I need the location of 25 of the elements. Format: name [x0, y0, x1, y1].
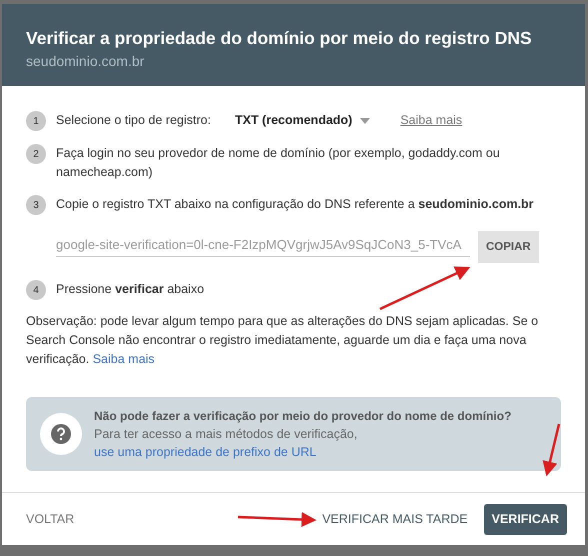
step-text: Faça login no seu provedor de nome de domínio (por exemplo, godaddy.com ou namecheap.com) — [56, 145, 501, 181]
caret-icon — [360, 118, 370, 124]
verification-code-field[interactable]: google-site-verification=0l-cne-F2IzpMQVgrjwJ5Av9SqJCoN3_5-TVcA — [56, 237, 470, 257]
pointer-arrow — [542, 424, 560, 476]
step-text: Pressione verificar abaixo — [56, 281, 204, 298]
learn-more-link[interactable]: Saiba mais — [92, 352, 155, 366]
step-number: 3 — [26, 195, 46, 215]
record-type-select[interactable]: TXT (recomendado) — [234, 110, 370, 130]
learn-more-link[interactable]: Saiba mais — [400, 110, 462, 130]
step-text: Copie o registro TXT abaixo na configuração do DNS referente a seudominio.com.br — [56, 196, 534, 213]
back-button[interactable]: VOLTAR — [22, 504, 78, 534]
step-number: 1 — [26, 111, 46, 131]
copy-button[interactable]: COPIAR — [478, 231, 539, 263]
help-title: Não pode fazer a verificação por meio do provedor do nome de domínio? — [94, 408, 512, 425]
step-number: 2 — [26, 144, 46, 164]
step-text: Selecione o tipo de registro: — [56, 112, 211, 129]
step-number: 4 — [26, 280, 46, 300]
question-icon — [40, 413, 82, 455]
note-text: Observação: pode levar algum tempo para que as alterações do DNS sejam aplicadas. Se o Search Console não encontrar o registro imediatamente, aguarde um dia e faça uma nova verificação. Saiba mais — [26, 313, 540, 368]
domain-subtitle: seudominio.com.br — [26, 53, 146, 69]
verify-button[interactable]: VERIFICAR — [484, 504, 567, 534]
dialog-title: Verificar a propriedade do domínio por meio do registro DNS — [26, 28, 533, 49]
help-text: Para ter acesso a mais métodos de verificação, — [94, 426, 358, 443]
verify-later-button[interactable]: VERIFICAR MAIS TARDE — [318, 504, 472, 534]
url-prefix-link[interactable]: use uma propriedade de prefixo de URL — [94, 443, 512, 461]
